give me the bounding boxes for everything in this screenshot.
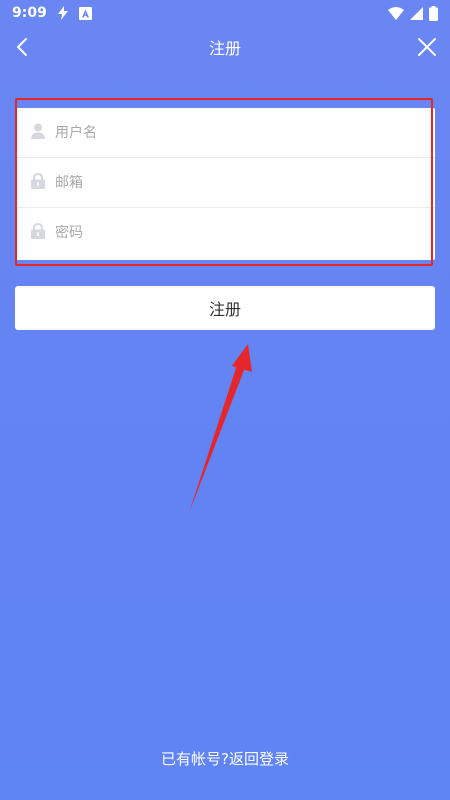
username-row: [15, 108, 435, 158]
nav-bar: 注册: [0, 26, 450, 68]
lock-icon: [31, 172, 45, 193]
autofill-icon: [78, 6, 92, 20]
password-input[interactable]: [55, 225, 395, 241]
register-button[interactable]: 注册: [15, 286, 435, 330]
lock-icon: [31, 222, 45, 243]
status-time: 9:09: [12, 5, 47, 21]
username-input[interactable]: [55, 124, 395, 141]
flash-icon: [57, 6, 69, 20]
email-row: [15, 158, 435, 208]
page-title: 注册: [208, 39, 241, 58]
close-icon[interactable]: [414, 34, 440, 60]
password-row: [15, 208, 435, 258]
user-icon: [31, 123, 45, 143]
signal-icon: [410, 6, 423, 20]
status-bar: 9:09: [0, 0, 450, 26]
wifi-icon: [388, 6, 404, 20]
registration-form: [15, 108, 435, 260]
battery-icon: [429, 5, 438, 21]
email-input[interactable]: [55, 174, 395, 191]
back-to-login-link[interactable]: 已有帐号?返回登录: [0, 748, 450, 769]
chevron-left-icon[interactable]: [10, 34, 36, 60]
